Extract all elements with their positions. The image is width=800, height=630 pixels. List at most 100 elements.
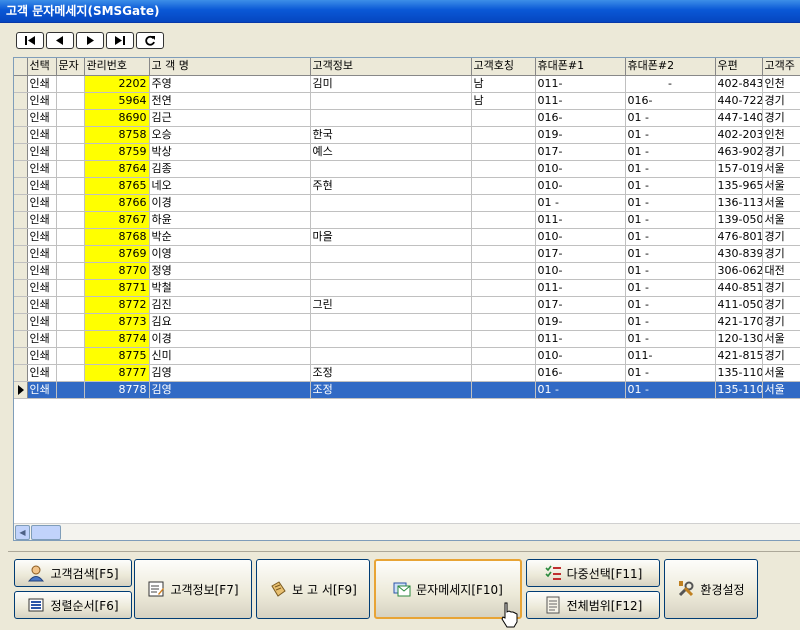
cell-phone2[interactable]: 01 - — [625, 279, 716, 297]
cell-name[interactable]: 박철 — [149, 279, 311, 297]
cell-zip[interactable]: 135-110 — [715, 381, 763, 399]
cell-phone2[interactable]: 01 - — [625, 143, 716, 161]
cell-zip[interactable]: 476-801 — [715, 228, 763, 246]
cell-title[interactable]: 남 — [471, 75, 536, 93]
cell-sms[interactable] — [56, 347, 85, 365]
cell-phone1[interactable]: 019- — [535, 313, 626, 331]
multi-select-button[interactable]: 다중선택[F11] — [526, 559, 660, 587]
cell-info[interactable] — [310, 92, 472, 110]
table-row[interactable]: 인쇄 8764 김종 010- 01 -157-019 서울 — [14, 160, 800, 178]
cell-phone2[interactable]: 01 - — [625, 296, 716, 314]
table-row[interactable]: 인쇄 8775 신미 010- 011- 421-815 경기 — [14, 347, 800, 365]
cell-zip[interactable]: 120-130 — [715, 330, 763, 348]
table-row[interactable]: 인쇄 8772 김진 그린 017- 01 -411-050 경기 — [14, 296, 800, 314]
table-row[interactable]: 인쇄 8770 정영 010- 01 -306-062 대전 — [14, 262, 800, 280]
cell-title[interactable] — [471, 262, 536, 280]
column-header-select[interactable]: 선택 — [27, 58, 57, 76]
cell-info[interactable] — [310, 245, 472, 263]
cell-id[interactable]: 8765 — [84, 177, 150, 195]
cell-phone2[interactable]: 01 - — [625, 313, 716, 331]
cell-name[interactable]: 하윤 — [149, 211, 311, 229]
cell-sms[interactable] — [56, 194, 85, 212]
cell-title[interactable] — [471, 177, 536, 195]
cell-phone1[interactable]: 019- — [535, 126, 626, 144]
cell-zip[interactable]: 430-839 — [715, 245, 763, 263]
cell-select[interactable]: 인쇄 — [27, 381, 57, 399]
table-row[interactable]: 인쇄 8778 김영 조정 01 -01 -135-110 서울 — [14, 381, 800, 399]
row-indicator[interactable] — [14, 92, 28, 110]
cell-sms[interactable] — [56, 126, 85, 144]
cell-sms[interactable] — [56, 296, 85, 314]
cell-title[interactable]: 남 — [471, 92, 536, 110]
row-indicator[interactable] — [14, 126, 28, 144]
cell-phone2[interactable]: 01 - — [625, 211, 716, 229]
row-indicator[interactable] — [14, 245, 28, 263]
cell-address[interactable]: 서울 — [762, 194, 800, 212]
cell-address[interactable]: 인천 — [762, 75, 800, 93]
table-row[interactable]: 인쇄 8690 김근 016- 01 -447-140 경기 — [14, 109, 800, 127]
cell-phone1[interactable]: 010- — [535, 347, 626, 365]
cell-id[interactable]: 8759 — [84, 143, 150, 161]
cell-id[interactable]: 8766 — [84, 194, 150, 212]
cell-info[interactable] — [310, 109, 472, 127]
cell-phone2[interactable]: 01 - — [625, 245, 716, 263]
cell-phone2[interactable]: 011- — [625, 347, 716, 365]
refresh-button[interactable] — [136, 32, 164, 49]
report-button[interactable]: 보 고 서[F9] — [256, 559, 370, 619]
cell-title[interactable] — [471, 109, 536, 127]
cell-id[interactable]: 8764 — [84, 160, 150, 178]
table-row[interactable]: 인쇄 8759 박상 예스 017- 01 -463-902 경기 — [14, 143, 800, 161]
cell-sms[interactable] — [56, 160, 85, 178]
table-row[interactable]: 인쇄 8773 김요 019- 01 -421-170 경기 — [14, 313, 800, 331]
cell-phone2[interactable]: 01 - — [625, 160, 716, 178]
cell-zip[interactable]: 306-062 — [715, 262, 763, 280]
cell-id[interactable]: 8772 — [84, 296, 150, 314]
cell-zip[interactable]: 411-050 — [715, 296, 763, 314]
cell-title[interactable] — [471, 228, 536, 246]
cell-phone1[interactable]: 017- — [535, 245, 626, 263]
cell-name[interactable]: 신미 — [149, 347, 311, 365]
cell-info[interactable] — [310, 160, 472, 178]
table-row[interactable]: 인쇄 8777 김영 조정 016- 01 -135-110 서울 — [14, 364, 800, 382]
table-row[interactable]: 인쇄 8774 이경 011- 01 -120-130 서울 — [14, 330, 800, 348]
cell-title[interactable] — [471, 313, 536, 331]
previous-record-button[interactable] — [46, 32, 74, 49]
cell-info[interactable]: 김미 — [310, 75, 472, 93]
cell-info[interactable] — [310, 347, 472, 365]
cell-phone1[interactable]: 011- — [535, 211, 626, 229]
cell-title[interactable] — [471, 160, 536, 178]
cell-title[interactable] — [471, 245, 536, 263]
cell-title[interactable] — [471, 347, 536, 365]
cell-address[interactable]: 경기 — [762, 109, 800, 127]
cell-phone2[interactable]: 01 - — [625, 381, 716, 399]
cell-phone1[interactable]: 011- — [535, 75, 626, 93]
cell-address[interactable]: 경기 — [762, 245, 800, 263]
cell-name[interactable]: 김진 — [149, 296, 311, 314]
cell-zip[interactable]: 135-965 — [715, 177, 763, 195]
cell-sms[interactable] — [56, 313, 85, 331]
row-indicator[interactable] — [14, 211, 28, 229]
cell-select[interactable]: 인쇄 — [27, 330, 57, 348]
cell-sms[interactable] — [56, 262, 85, 280]
cell-select[interactable]: 인쇄 — [27, 194, 57, 212]
cell-zip[interactable]: 463-902 — [715, 143, 763, 161]
column-header-address[interactable]: 고객주 — [762, 58, 800, 76]
cell-name[interactable]: 김영 — [149, 381, 311, 399]
cell-phone1[interactable]: 01 - — [535, 194, 626, 212]
column-header-sms[interactable]: 문자 — [56, 58, 85, 76]
cell-info[interactable] — [310, 279, 472, 297]
cell-zip[interactable]: 440-851 — [715, 279, 763, 297]
cell-address[interactable]: 경기 — [762, 228, 800, 246]
scroll-left-button[interactable]: ◀ — [15, 525, 30, 540]
cell-title[interactable] — [471, 194, 536, 212]
cell-zip[interactable]: 402-843 — [715, 75, 763, 93]
row-indicator[interactable] — [14, 296, 28, 314]
cell-sms[interactable] — [56, 211, 85, 229]
cell-phone1[interactable]: 011- — [535, 279, 626, 297]
cell-info[interactable] — [310, 194, 472, 212]
cell-select[interactable]: 인쇄 — [27, 75, 57, 93]
cell-select[interactable]: 인쇄 — [27, 211, 57, 229]
cell-phone2[interactable]: 01 - — [625, 177, 716, 195]
cell-id[interactable]: 8771 — [84, 279, 150, 297]
cell-sms[interactable] — [56, 381, 85, 399]
